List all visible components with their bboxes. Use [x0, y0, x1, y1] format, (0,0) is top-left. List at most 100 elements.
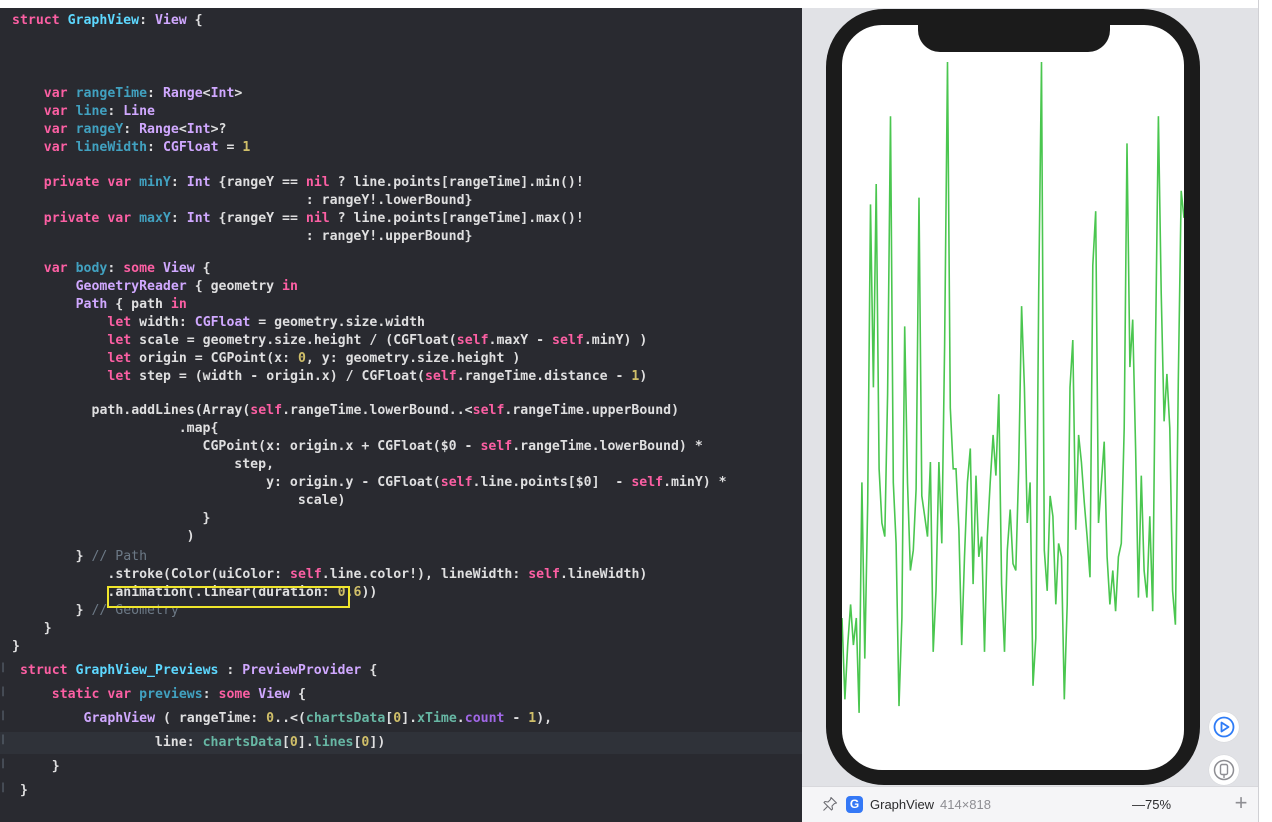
code-token: ) — [639, 369, 648, 384]
code-token: var — [43, 140, 68, 155]
code-token: private — [43, 211, 100, 226]
code-token: } — [12, 511, 211, 526]
code-token: { — [194, 261, 211, 276]
code-token: ]. — [401, 711, 418, 726]
canvas-top-strip — [802, 0, 1258, 8]
code-token: self — [250, 403, 283, 418]
code-token: PreviewProvider — [242, 663, 362, 678]
pin-icon[interactable] — [822, 796, 838, 812]
code-token: static — [51, 687, 100, 702]
code-token: self — [424, 369, 457, 384]
code-token: 0 — [289, 735, 298, 750]
code-token: ? line.points[rangeTime].min()! — [329, 175, 584, 190]
code-token: .line.points[$0] - — [472, 475, 632, 490]
code-token: {rangeY == — [210, 211, 306, 226]
code-token: ) — [12, 529, 195, 544]
code-token: GraphView — [83, 711, 156, 726]
code-token: struct — [19, 663, 68, 678]
code-token: let — [107, 333, 132, 348]
code-token: var — [107, 211, 132, 226]
zoom-in-button[interactable]: + — [1230, 791, 1252, 815]
code-line[interactable]: struct GraphView_Previews : PreviewProvi… — [0, 660, 377, 682]
code-token: {rangeY == — [210, 175, 306, 190]
code-token: step = (width - origin.x) / CGFloat( — [131, 369, 425, 384]
code-token: scale) — [12, 493, 346, 508]
code-line[interactable]: } — [0, 636, 20, 658]
code-token: previews — [139, 687, 203, 702]
code-token: : — [139, 13, 155, 28]
code-token: : — [123, 122, 140, 137]
code-token: Int — [210, 86, 235, 101]
device-icon — [1213, 759, 1235, 781]
code-token: Int — [186, 175, 211, 190]
code-token: GraphView — [67, 13, 140, 28]
inspector-edge — [1258, 0, 1272, 822]
live-preview-button[interactable] — [1209, 712, 1239, 742]
code-token: = geometry.size.width — [250, 315, 425, 330]
code-token: Range — [162, 86, 203, 101]
play-circle-icon — [1213, 716, 1235, 738]
device-screen — [842, 25, 1184, 770]
code-token: { — [186, 13, 203, 28]
code-token: } — [75, 603, 92, 618]
code-token: : — [170, 211, 187, 226]
code-token: } — [12, 639, 20, 654]
code-token: = — [218, 140, 243, 155]
gutter-marker: | — [0, 686, 7, 697]
code-token: { path — [107, 297, 171, 312]
preview-on-device-button[interactable] — [1209, 755, 1239, 785]
code-token: self — [290, 567, 322, 582]
code-token: nil — [305, 175, 330, 190]
code-token: : — [202, 687, 219, 702]
code-line[interactable]: var lineWidth: CGFloat = 1 — [0, 137, 251, 159]
code-token: self — [480, 439, 513, 454]
code-token: .rangeTime.upperBound) — [504, 403, 680, 418]
code-token: .minY) * — [663, 475, 727, 490]
code-token: struct — [12, 13, 60, 28]
code-token: .map{ — [12, 421, 219, 436]
code-line[interactable]: static var previews: some View { — [0, 684, 306, 706]
code-token: ( rangeTime: — [155, 711, 267, 726]
code-token: 0 — [266, 711, 275, 726]
code-line[interactable]: GraphView ( rangeTime: 0..<(chartsData[0… — [0, 708, 553, 730]
code-token: GraphView_Previews — [75, 663, 219, 678]
preview-size: 414×818 — [940, 797, 991, 812]
code-token: chartsData — [202, 735, 282, 750]
code-token: in — [170, 297, 187, 312]
code-line[interactable]: : rangeY!.upperBound} — [0, 226, 473, 248]
code-token: in — [282, 279, 298, 294]
code-token: step, — [12, 457, 275, 472]
code-token: ..<( — [274, 711, 306, 726]
code-token: ? line.points[rangeTime].max()! — [329, 211, 584, 226]
code-token: 0 — [297, 351, 306, 366]
code-token: : rangeY!.lowerBound} — [12, 193, 473, 208]
code-token: var — [43, 104, 68, 119]
gutter-marker: | — [0, 758, 7, 769]
gutter-marker: | — [0, 710, 7, 721]
code-token: : — [107, 104, 124, 119]
code-token: : — [107, 261, 124, 276]
code-token: .rangeTime.lowerBound..< — [282, 403, 473, 418]
code-token: line: — [12, 735, 203, 750]
code-line[interactable]: ) — [0, 526, 195, 548]
code-token: scale = geometry.size.height / (CGFloat( — [131, 333, 457, 348]
code-token: self — [472, 403, 505, 418]
code-line[interactable]: struct GraphView: View { — [0, 10, 203, 32]
code-token: .maxY - — [488, 333, 553, 348]
code-token: .minY) ) — [583, 333, 648, 348]
code-token: .line.color!), lineWidth: — [321, 567, 529, 582]
code-line[interactable]: line: chartsData[0].lines[0]) — [0, 732, 802, 754]
code-token: body — [75, 261, 108, 276]
code-token: : rangeY!.upperBound} — [12, 229, 473, 244]
code-line[interactable]: let step = (width - origin.x) / CGFloat(… — [0, 366, 647, 388]
code-token: View — [258, 687, 291, 702]
code-token: CGFloat — [162, 140, 219, 155]
code-editor[interactable]: struct GraphView: View {var rangeTime: R… — [0, 8, 802, 822]
device-notch — [918, 9, 1110, 52]
zoom-out-level[interactable]: —75% — [1132, 797, 1171, 812]
code-token: Line — [123, 104, 155, 119]
code-line[interactable]: } — [0, 756, 60, 778]
